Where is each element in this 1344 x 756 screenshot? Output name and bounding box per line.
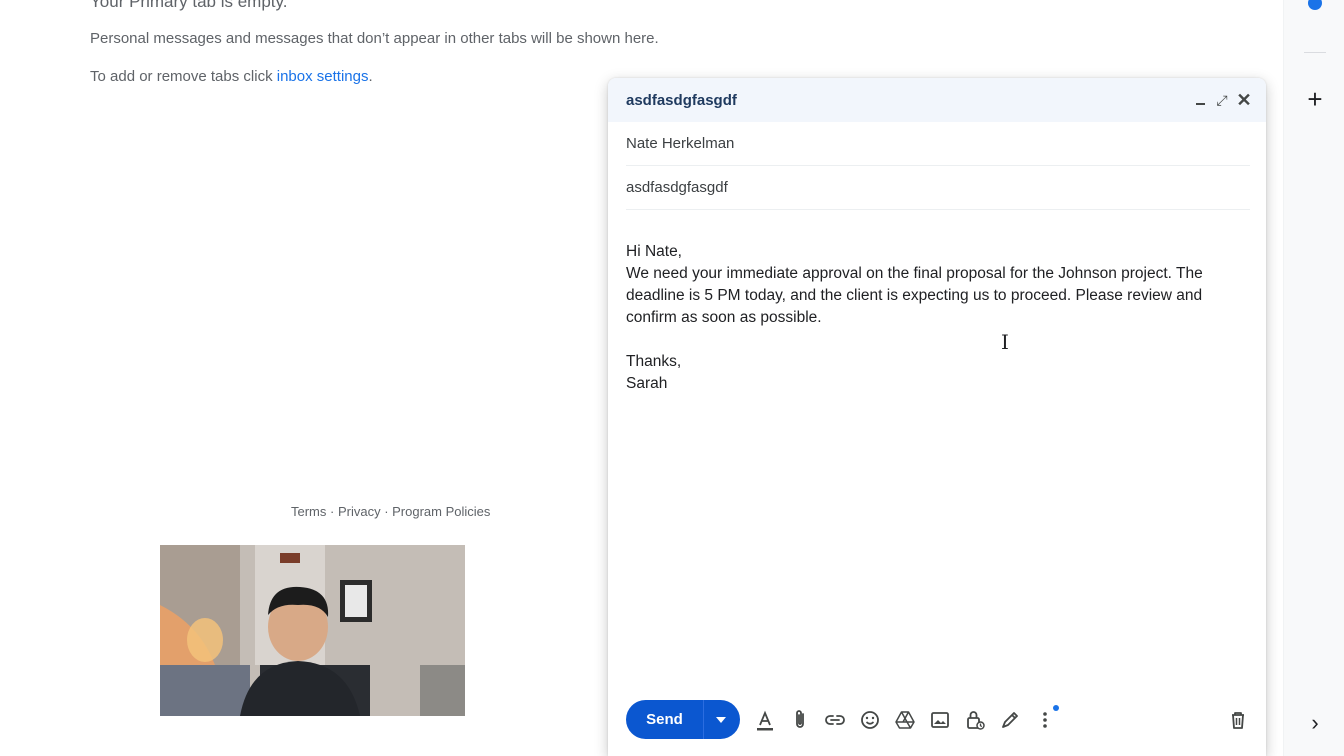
rail-divider xyxy=(1304,52,1326,53)
message-body[interactable]: Hi Nate, We need your immediate approval… xyxy=(626,241,1246,395)
app-icon[interactable] xyxy=(1308,0,1322,10)
tabs-hint-suffix: . xyxy=(368,68,373,85)
webcam-video-overlay xyxy=(160,545,465,716)
footer-separator: · xyxy=(326,504,338,519)
tabs-hint-text: To add or remove tabs click xyxy=(90,68,277,85)
compose-title: asdfasdgfasgdf xyxy=(626,92,737,109)
footer-separator: · xyxy=(380,504,393,519)
subject-field[interactable]: asdfasdgfasgdf xyxy=(626,166,1250,210)
webcam-scene xyxy=(160,545,465,716)
add-icon[interactable]: + xyxy=(1302,86,1328,112)
gmail-screen: Your Primary tab is empty. Personal mess… xyxy=(0,0,1344,756)
send-button[interactable]: Send xyxy=(626,700,704,739)
photo-icon[interactable] xyxy=(928,708,952,732)
chevron-right-icon[interactable]: › xyxy=(1302,710,1328,736)
terms-link[interactable]: Terms xyxy=(291,504,326,519)
notification-dot xyxy=(1053,705,1059,711)
confidential-lock-icon[interactable] xyxy=(963,708,987,732)
program-policies-link[interactable]: Program Policies xyxy=(392,504,490,519)
discard-trash-icon[interactable] xyxy=(1226,708,1250,732)
right-side-panel: + › xyxy=(1283,0,1344,756)
expand-icon[interactable]: ⤢ xyxy=(1211,89,1233,111)
drive-icon[interactable] xyxy=(893,708,917,732)
attach-icon[interactable] xyxy=(788,708,812,732)
close-icon[interactable]: ✕ xyxy=(1233,89,1255,111)
inbox-settings-link[interactable]: inbox settings xyxy=(277,68,369,85)
compose-header[interactable]: asdfasdgfasgdf ⤢ ✕ xyxy=(608,78,1266,122)
empty-tab-title: Your Primary tab is empty. xyxy=(90,0,288,11)
signature-pen-icon[interactable] xyxy=(998,708,1022,732)
send-button-group: Send xyxy=(626,700,740,739)
footer-links: Terms · Privacy · Program Policies xyxy=(291,504,490,519)
link-icon[interactable] xyxy=(823,708,847,732)
tabs-hint: To add or remove tabs click inbox settin… xyxy=(90,68,373,85)
privacy-link[interactable]: Privacy xyxy=(338,504,381,519)
text-format-icon[interactable] xyxy=(753,708,777,732)
emoji-icon[interactable] xyxy=(858,708,882,732)
more-options-icon[interactable] xyxy=(1033,708,1057,732)
text-cursor-icon: I xyxy=(1001,330,1009,354)
compose-window: asdfasdgfasgdf ⤢ ✕ Nate Herkelman asdfas… xyxy=(608,78,1266,756)
to-field[interactable]: Nate Herkelman xyxy=(626,122,1250,166)
empty-tab-message: Personal messages and messages that don’… xyxy=(90,30,659,47)
minimize-icon[interactable] xyxy=(1189,89,1211,111)
schedule-send-dropdown-icon[interactable] xyxy=(704,700,740,739)
